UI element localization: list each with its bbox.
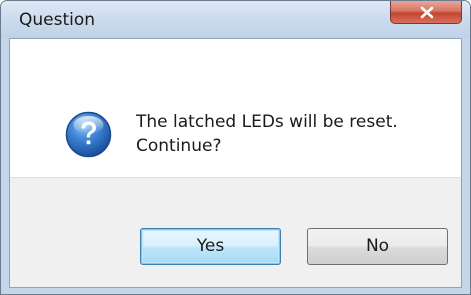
title-bar[interactable]: Question (1, 1, 470, 38)
dialog-client-area: The latched LEDs will be reset. Continue… (9, 38, 462, 288)
message-area: The latched LEDs will be reset. Continue… (10, 39, 461, 177)
close-icon (420, 6, 434, 19)
message-line-1: The latched LEDs will be reset. (136, 112, 398, 132)
close-button[interactable] (390, 1, 462, 24)
dialog-message: The latched LEDs will be reset. Continue… (136, 110, 398, 158)
no-button[interactable]: No (307, 228, 448, 265)
yes-button[interactable]: Yes (140, 228, 281, 265)
message-line-2: Continue? (136, 136, 222, 156)
window-title: Question (19, 10, 96, 30)
dialog-window: Question The latched LEDs will be reset.… (0, 0, 471, 295)
button-bar: Yes No (10, 177, 461, 287)
question-icon (65, 111, 112, 158)
